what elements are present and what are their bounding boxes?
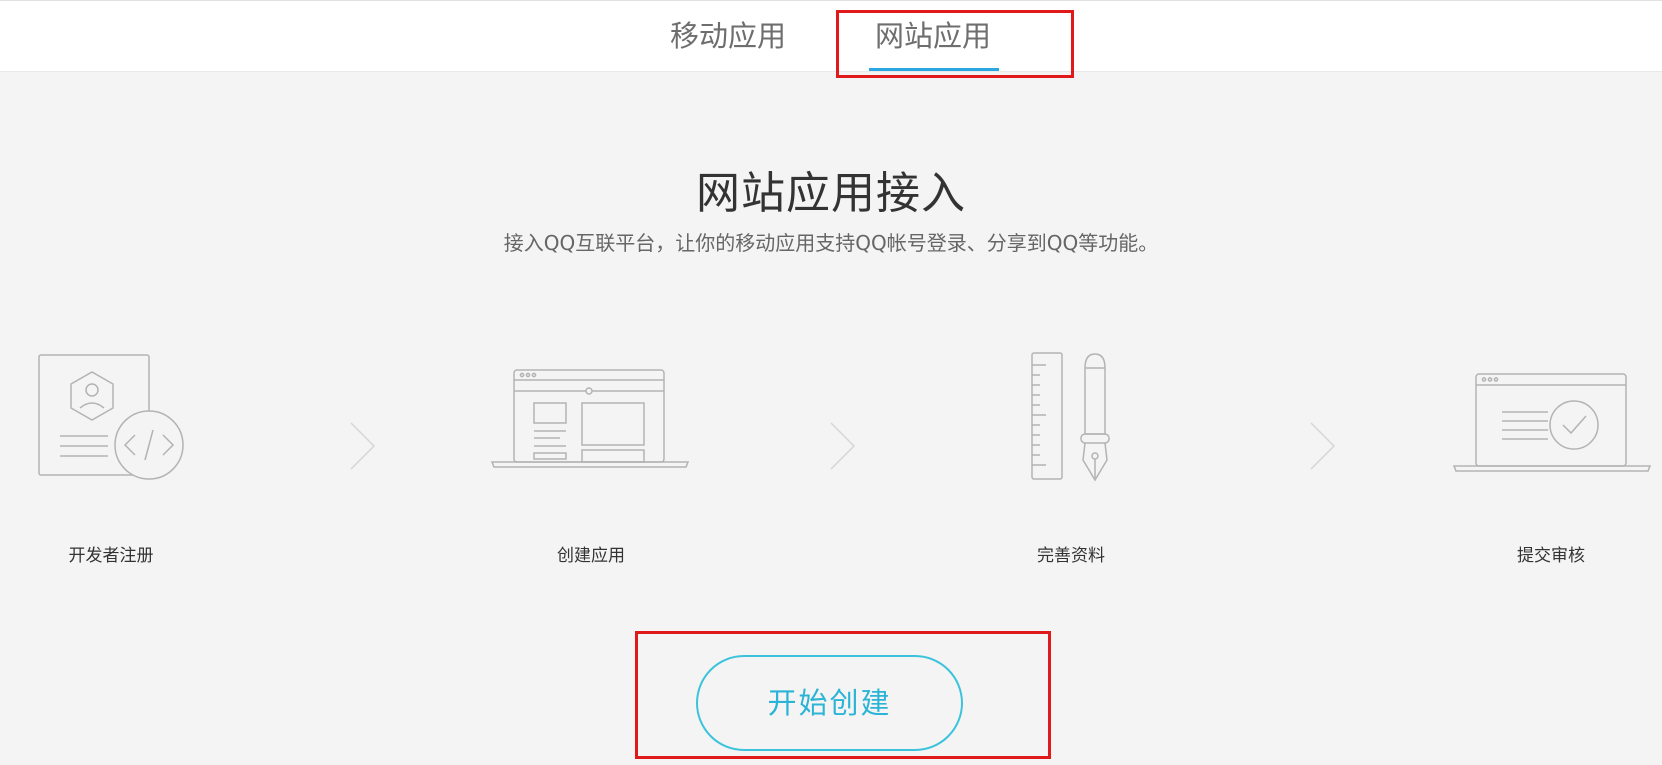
create-app-icon [490,369,690,468]
step-label-register: 开发者注册 [68,546,154,566]
step-label-complete: 完善资料 [1037,546,1105,566]
developer-register-icon [38,354,184,480]
chevron-right-icon [350,422,376,470]
chevron-right-icon [830,422,856,470]
step-label-create: 创建应用 [557,546,625,566]
step-label-submit: 提交审核 [1517,546,1585,566]
submit-review-icon [1452,373,1652,472]
tab-website-app[interactable]: 网站应用 [868,1,998,73]
page-title: 网站应用接入 [696,168,966,219]
tab-bar: 移动应用 网站应用 [0,0,1662,72]
start-create-button[interactable]: 开始创建 [696,655,963,751]
page-subtitle: 接入QQ互联平台，让你的移动应用支持QQ帐号登录、分享到QQ等功能。 [503,231,1159,255]
tab-mobile-app[interactable]: 移动应用 [666,1,790,73]
complete-info-icon [1031,352,1110,482]
active-tab-indicator [869,68,999,71]
chevron-right-icon [1310,422,1336,470]
